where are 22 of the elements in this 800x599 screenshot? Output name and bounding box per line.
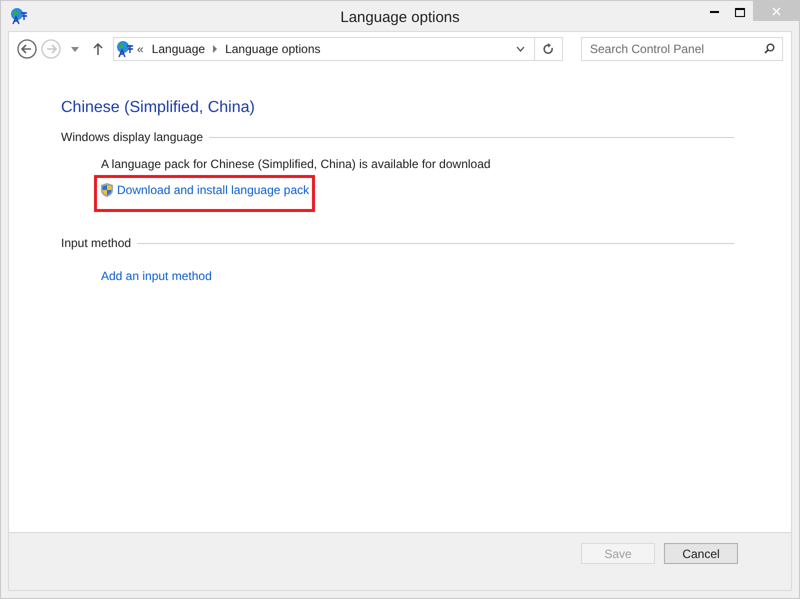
chevron-down-icon[interactable] (516, 46, 525, 52)
search-field[interactable]: Search Control Panel (581, 37, 783, 61)
dropdown-icon[interactable] (71, 46, 79, 52)
breadcrumb-item[interactable]: Language options (225, 40, 320, 58)
language-icon (116, 40, 134, 58)
up-arrow-icon[interactable] (93, 43, 103, 55)
window-title: Language options (339, 8, 461, 28)
breadcrumb-arrow-icon[interactable] (213, 45, 218, 53)
section-title: Windows display language (61, 129, 204, 146)
link[interactable]: Download and install language pack (100, 181, 310, 199)
search-icon (764, 43, 775, 54)
page-heading: Chinese (Simplified, China) (61, 98, 256, 118)
overflow-chevron[interactable]: « (137, 40, 144, 58)
address-bar[interactable]: « Language Language options (113, 37, 563, 61)
refresh-icon[interactable] (543, 43, 554, 55)
language-icon (10, 7, 28, 25)
dialog-button[interactable]: Cancel (664, 543, 738, 564)
link[interactable]: Add an input method (101, 267, 212, 285)
breadcrumb-item[interactable]: Language (152, 40, 206, 58)
description-text: A language pack for Chinese (Simplified, China) is available for download (101, 156, 492, 173)
close-icon (772, 6, 780, 16)
section-title: Input method (61, 235, 132, 252)
